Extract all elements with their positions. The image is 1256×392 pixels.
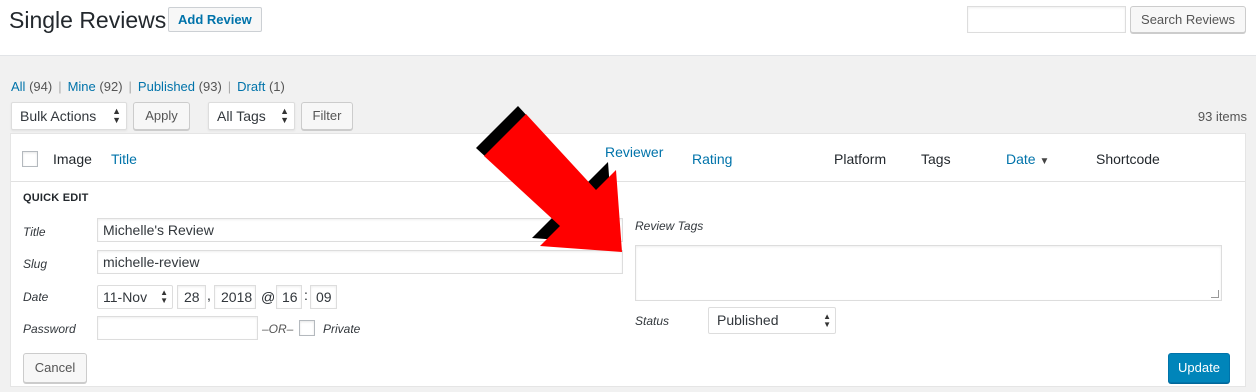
minute-input[interactable]: 09: [310, 285, 337, 309]
filter-draft-link[interactable]: Draft: [237, 79, 265, 94]
sort-desc-icon: ▼: [1039, 156, 1050, 167]
password-input[interactable]: [97, 316, 258, 340]
status-value: Published: [717, 312, 779, 328]
add-review-button[interactable]: Add Review: [168, 7, 262, 32]
column-date-label: Date: [1006, 151, 1036, 167]
select-arrows-icon: ▲ ▼: [160, 288, 168, 305]
status-label: Status: [635, 314, 670, 328]
filter-mine-link[interactable]: Mine: [68, 79, 96, 94]
resize-handle-icon[interactable]: [1211, 290, 1219, 298]
time-colon: :: [304, 287, 308, 303]
title-label: Title: [23, 225, 46, 239]
day-input[interactable]: 28: [177, 285, 206, 309]
page-title: Single Reviews: [9, 7, 167, 33]
column-shortcode: Shortcode: [1096, 151, 1160, 167]
column-tags: Tags: [921, 151, 951, 167]
review-tags-label: Review Tags: [635, 219, 704, 233]
annotation-arrow-icon: [476, 106, 622, 252]
select-arrows-icon: ▲ ▼: [112, 106, 121, 125]
select-all-checkbox[interactable]: [22, 151, 38, 167]
date-label: Date: [23, 290, 49, 304]
year-input[interactable]: 2018: [214, 285, 256, 309]
filter-all-count: (94): [29, 79, 53, 94]
or-separator: –OR–: [262, 322, 294, 336]
filter-mine-count: (92): [99, 79, 123, 94]
filter-published-count: (93): [198, 79, 222, 94]
separator: |: [128, 79, 132, 94]
slug-label: Slug: [23, 257, 48, 271]
select-arrows-icon: ▲ ▼: [823, 311, 831, 329]
bulk-actions-value: Bulk Actions: [20, 108, 97, 124]
status-select[interactable]: Published ▲ ▼: [708, 307, 836, 334]
apply-button[interactable]: Apply: [133, 102, 190, 130]
hour-input[interactable]: 16: [276, 285, 302, 309]
month-select[interactable]: 11-Nov ▲ ▼: [97, 285, 173, 309]
filter-published-link[interactable]: Published: [138, 79, 195, 94]
column-rating[interactable]: Rating: [692, 151, 732, 167]
items-count: 93 items: [1197, 109, 1247, 124]
quick-edit-heading: QUICK EDIT: [23, 192, 89, 204]
private-checkbox[interactable]: [299, 320, 315, 336]
column-platform: Platform: [834, 151, 887, 167]
date-comma: ,: [207, 287, 211, 303]
password-label: Password: [23, 322, 76, 336]
date-at: @: [261, 289, 276, 305]
all-tags-select[interactable]: All Tags ▲ ▼: [208, 102, 295, 130]
filter-all-link[interactable]: All: [11, 79, 25, 94]
month-value: 11-Nov: [103, 289, 148, 305]
status-filter-links: All (94) | Mine (92) | Published (93) | Draft …: [11, 79, 285, 94]
filter-button[interactable]: Filter: [301, 102, 353, 130]
select-arrows-icon: ▲ ▼: [280, 106, 289, 125]
private-label: Private: [323, 322, 361, 336]
all-tags-value: All Tags: [217, 108, 266, 124]
update-button[interactable]: Update: [1168, 353, 1230, 383]
column-image: Image: [53, 151, 92, 167]
bulk-actions-select[interactable]: Bulk Actions ▲ ▼: [11, 102, 127, 130]
top-bar: Single Reviews Add Review Search Reviews: [0, 0, 1256, 56]
separator: |: [227, 79, 232, 94]
filter-draft-count: (1): [268, 79, 285, 94]
review-tags-textarea[interactable]: [635, 245, 1222, 301]
separator: |: [58, 79, 62, 94]
column-date[interactable]: Date ▼: [1006, 151, 1049, 167]
cancel-button[interactable]: Cancel: [23, 353, 87, 383]
search-input[interactable]: [967, 6, 1126, 33]
search-reviews-button[interactable]: Search Reviews: [1130, 6, 1246, 33]
column-title[interactable]: Title: [111, 151, 137, 167]
